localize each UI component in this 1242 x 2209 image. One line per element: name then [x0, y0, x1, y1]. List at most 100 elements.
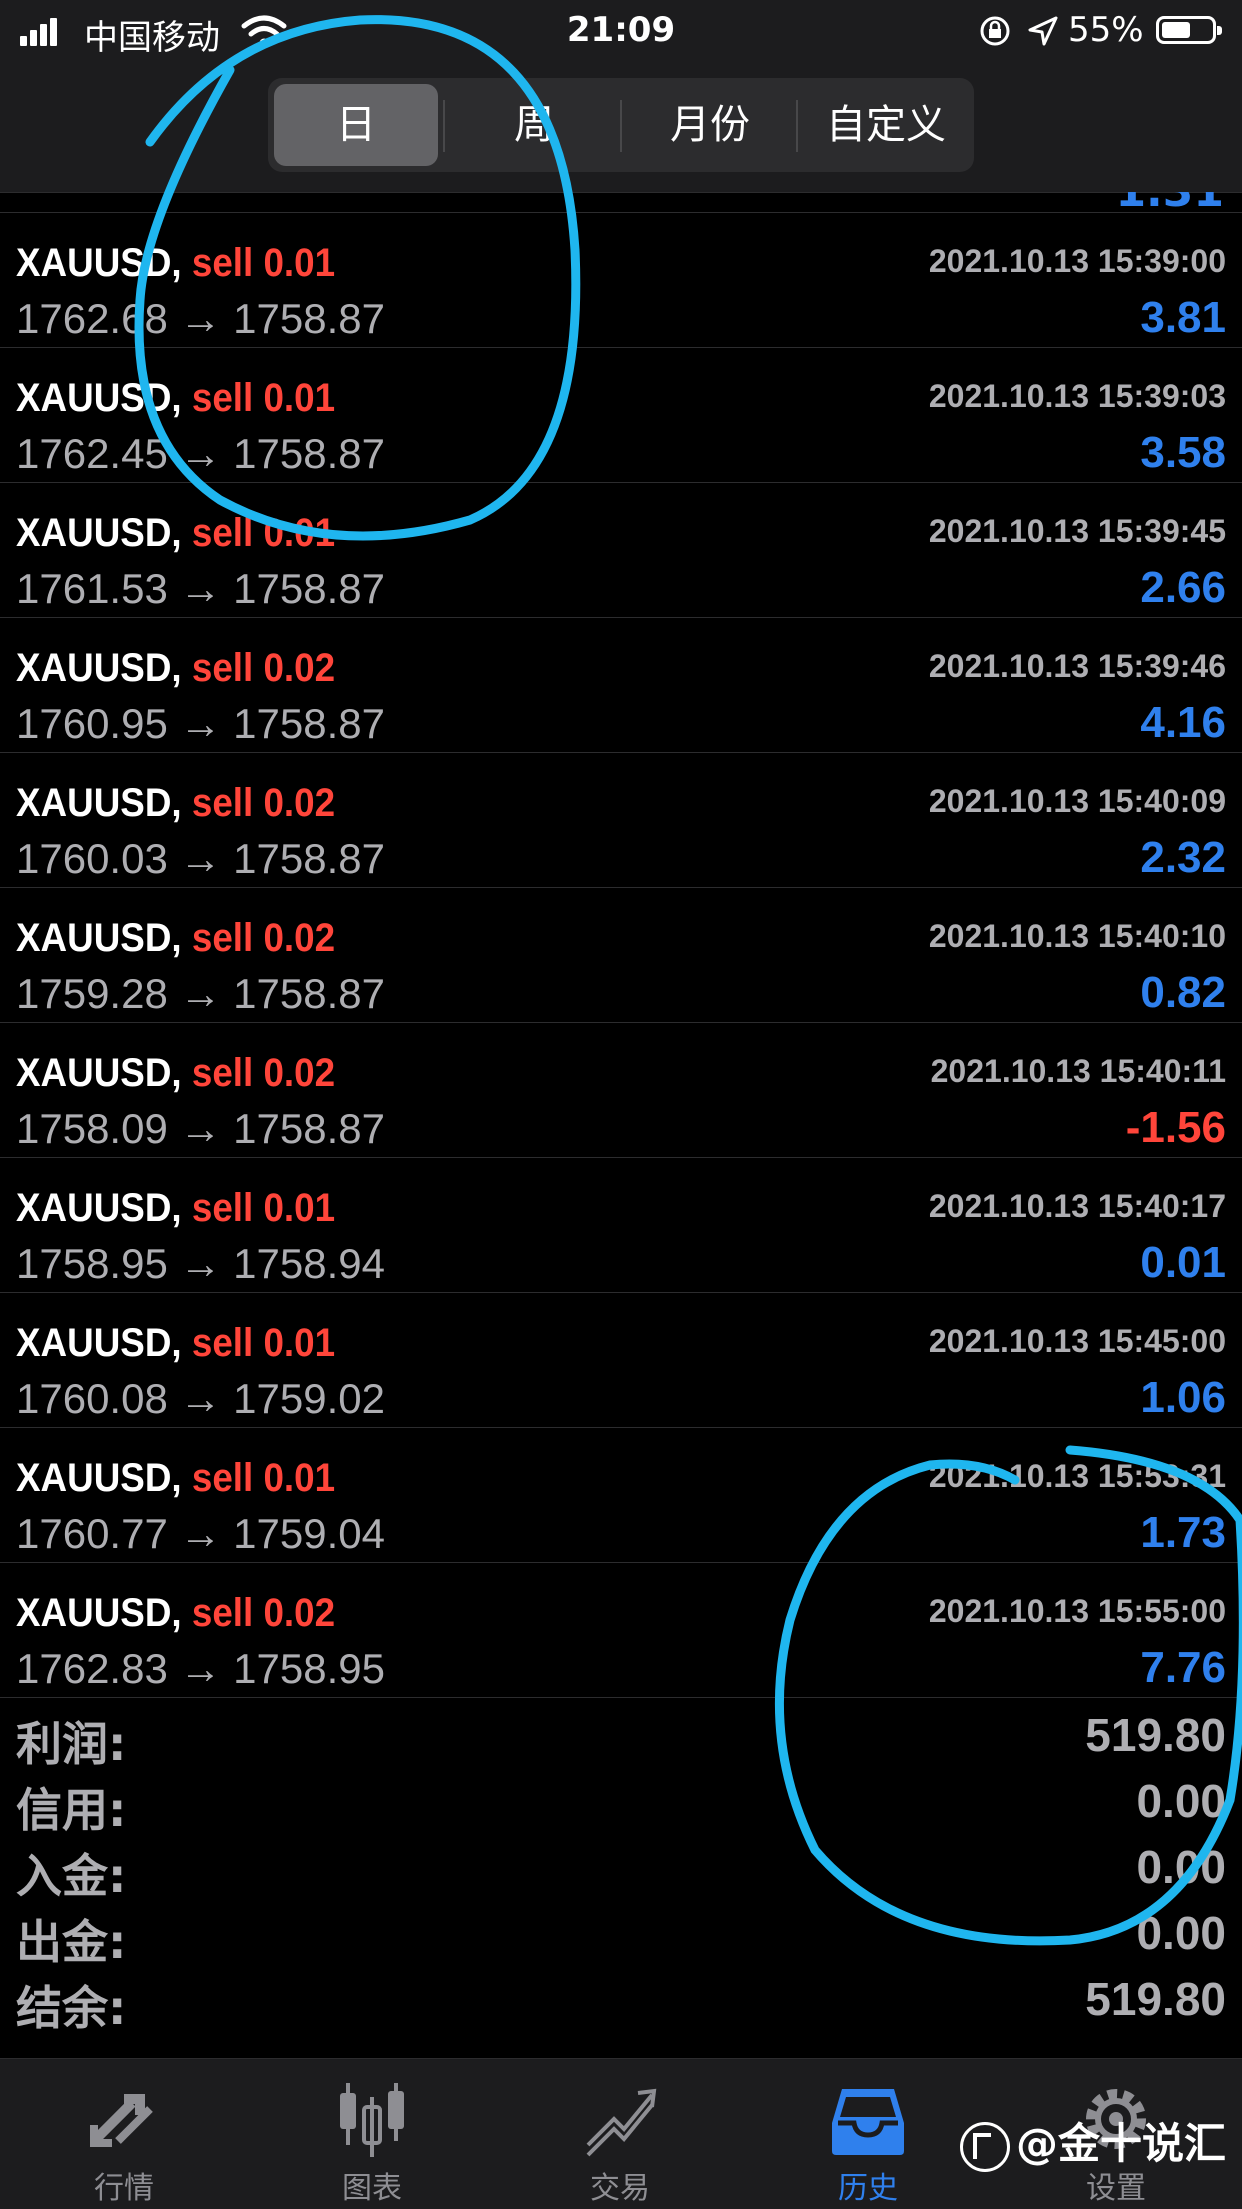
close-price: 1758.87 [233, 700, 385, 747]
summary-balance-row: 结余: 519.80 [0, 1964, 1242, 2035]
trade-side-volume: sell 0.01 [191, 241, 336, 285]
symbol-name: XAUUSD, [16, 1591, 182, 1635]
trade-side-volume: sell 0.01 [191, 1321, 336, 1365]
trade-datetime: 2021.10.13 15:39:00 [928, 243, 1226, 279]
trade-datetime: 2021.10.13 15:40:10 [928, 918, 1226, 954]
trade-profit: 0.01 [1140, 1238, 1226, 1287]
trade-prices: 1760.95 → 1758.87 [16, 700, 385, 748]
tab-label: 历史 [838, 2171, 898, 2206]
trade-symbol: XAUUSD, sell 0.02 [16, 1051, 335, 1096]
trade-row[interactable]: XAUUSD, sell 0.01 2021.10.13 15:39:03 1762… [0, 348, 1242, 483]
trade-datetime: 2021.10.13 15:45:00 [928, 1323, 1226, 1359]
symbol-name: XAUUSD, [16, 646, 182, 690]
trade-side-volume: sell 0.01 [191, 1456, 336, 1500]
summary-credit-row: 信用: 0.00 [0, 1766, 1242, 1837]
close-price: 1758.87 [233, 1105, 385, 1152]
close-price: 1759.02 [233, 1375, 385, 1422]
open-price: 1760.08 [16, 1375, 168, 1422]
arrow-right-icon: → [179, 1645, 222, 1692]
trade-row[interactable]: XAUUSD, sell 0.02 2021.10.13 15:40:10 1759… [0, 888, 1242, 1023]
trade-profit: 1.73 [1140, 1508, 1226, 1557]
tab-month[interactable]: 月份 [628, 84, 792, 166]
trade-side-volume: sell 0.02 [191, 781, 336, 825]
trade-profit: 3.58 [1140, 428, 1226, 477]
tab-history[interactable]: 历史 [744, 2059, 992, 2209]
list-item-partial[interactable]: 1.31 [0, 192, 1242, 213]
symbol-name: XAUUSD, [16, 241, 182, 285]
trade-prices: 1762.68 → 1758.87 [16, 295, 385, 343]
close-price: 1758.87 [233, 565, 385, 612]
watermark-logo-icon [959, 2121, 1010, 2172]
close-price: 1758.87 [233, 430, 385, 477]
open-price: 1759.28 [16, 970, 168, 1017]
summary-value: 0.00 [1136, 1841, 1226, 1893]
tab-trade[interactable]: 交易 [496, 2059, 744, 2209]
trade-profit: 2.66 [1140, 563, 1226, 612]
trade-row[interactable]: XAUUSD, sell 0.01 2021.10.13 15:40:17 1758… [0, 1158, 1242, 1293]
history-header: 日 周 月份 自定义 [0, 70, 1242, 193]
status-bar: 中国移动 21:09 55% [0, 0, 1242, 70]
close-price: 1758.95 [233, 1645, 385, 1692]
trade-row[interactable]: XAUUSD, sell 0.02 2021.10.13 15:55:00 1762… [0, 1563, 1242, 1698]
arrow-right-icon: → [179, 1240, 222, 1287]
trade-prices: 1762.45 → 1758.87 [16, 430, 385, 478]
trade-row[interactable]: XAUUSD, sell 0.01 2021.10.13 15:39:45 1761… [0, 483, 1242, 618]
close-price: 1758.87 [233, 295, 385, 342]
trade-datetime: 2021.10.13 15:39:45 [928, 513, 1226, 549]
tab-week[interactable]: 周 [452, 84, 616, 166]
trade-datetime: 2021.10.13 15:40:09 [928, 783, 1226, 819]
trade-row[interactable]: XAUUSD, sell 0.01 2021.10.13 15:53:31 1760… [0, 1428, 1242, 1563]
trade-row[interactable]: XAUUSD, sell 0.02 2021.10.13 15:40:09 1760… [0, 753, 1242, 888]
trade-profit: 4.16 [1140, 698, 1226, 747]
trade-symbol: XAUUSD, sell 0.02 [16, 781, 335, 826]
trade-datetime: 2021.10.13 15:55:00 [928, 1593, 1226, 1629]
trade-side-volume: sell 0.02 [191, 916, 336, 960]
trade-datetime: 2021.10.13 15:39:03 [928, 378, 1226, 414]
trade-side-volume: sell 0.01 [191, 1186, 336, 1230]
trade-prices: 1758.95 → 1758.94 [16, 1240, 385, 1288]
trade-row[interactable]: XAUUSD, sell 0.01 2021.10.13 15:45:00 1760… [0, 1293, 1242, 1428]
open-price: 1758.09 [16, 1105, 168, 1152]
symbol-name: XAUUSD, [16, 1186, 182, 1230]
segment-divider [443, 100, 445, 152]
trade-row[interactable]: XAUUSD, sell 0.02 2021.10.13 15:39:46 1760… [0, 618, 1242, 753]
trade-symbol: XAUUSD, sell 0.02 [16, 1591, 335, 1636]
trade-row[interactable]: XAUUSD, sell 0.02 2021.10.13 15:40:11 1758… [0, 1023, 1242, 1158]
open-price: 1760.77 [16, 1510, 168, 1557]
arrow-right-icon: → [179, 295, 222, 342]
open-price: 1762.68 [16, 295, 168, 342]
trade-symbol: XAUUSD, sell 0.02 [16, 916, 335, 961]
watermark-text: @金十说汇 [1015, 2119, 1226, 2168]
trade-profit: 7.76 [1140, 1643, 1226, 1692]
tab-chart[interactable]: 图表 [248, 2059, 496, 2209]
trade-datetime: 2021.10.13 15:53:31 [928, 1458, 1226, 1494]
close-price: 1758.87 [233, 970, 385, 1017]
location-arrow-icon [1028, 16, 1058, 46]
tab-quotes[interactable]: 行情 [0, 2059, 248, 2209]
open-price: 1760.95 [16, 700, 168, 747]
trade-symbol: XAUUSD, sell 0.01 [16, 511, 335, 556]
period-segmented-control: 日 周 月份 自定义 [268, 78, 974, 172]
symbol-name: XAUUSD, [16, 1456, 182, 1500]
arrow-right-icon: → [179, 700, 222, 747]
watermark: @金十说汇 [959, 2110, 1226, 2172]
arrow-right-icon: → [179, 565, 222, 612]
trade-side-volume: sell 0.02 [191, 1051, 336, 1095]
segment-divider [620, 100, 622, 152]
trade-side-volume: sell 0.01 [191, 511, 336, 555]
trade-symbol: XAUUSD, sell 0.01 [16, 1186, 335, 1231]
trade-symbol: XAUUSD, sell 0.02 [16, 646, 335, 691]
open-price: 1760.03 [16, 835, 168, 882]
trade-profit: 2.32 [1140, 833, 1226, 882]
summary-label: 入金: [16, 1849, 127, 1903]
tab-label: 行情 [94, 2171, 154, 2206]
summary-withdrawal-row: 出金: 0.00 [0, 1898, 1242, 1969]
symbol-name: XAUUSD, [16, 1051, 182, 1095]
trade-row[interactable]: XAUUSD, sell 0.01 2021.10.13 15:39:00 1762… [0, 213, 1242, 348]
trade-prices: 1758.09 → 1758.87 [16, 1105, 385, 1153]
tab-custom[interactable]: 自定义 [804, 84, 968, 166]
trade-history-list[interactable]: 1.31 XAUUSD, sell 0.01 2021.10.13 15:39:0… [0, 192, 1242, 1698]
tab-day[interactable]: 日 [274, 84, 438, 166]
trade-profit: 1.31 [1115, 192, 1224, 212]
trade-side-volume: sell 0.02 [191, 1591, 336, 1635]
